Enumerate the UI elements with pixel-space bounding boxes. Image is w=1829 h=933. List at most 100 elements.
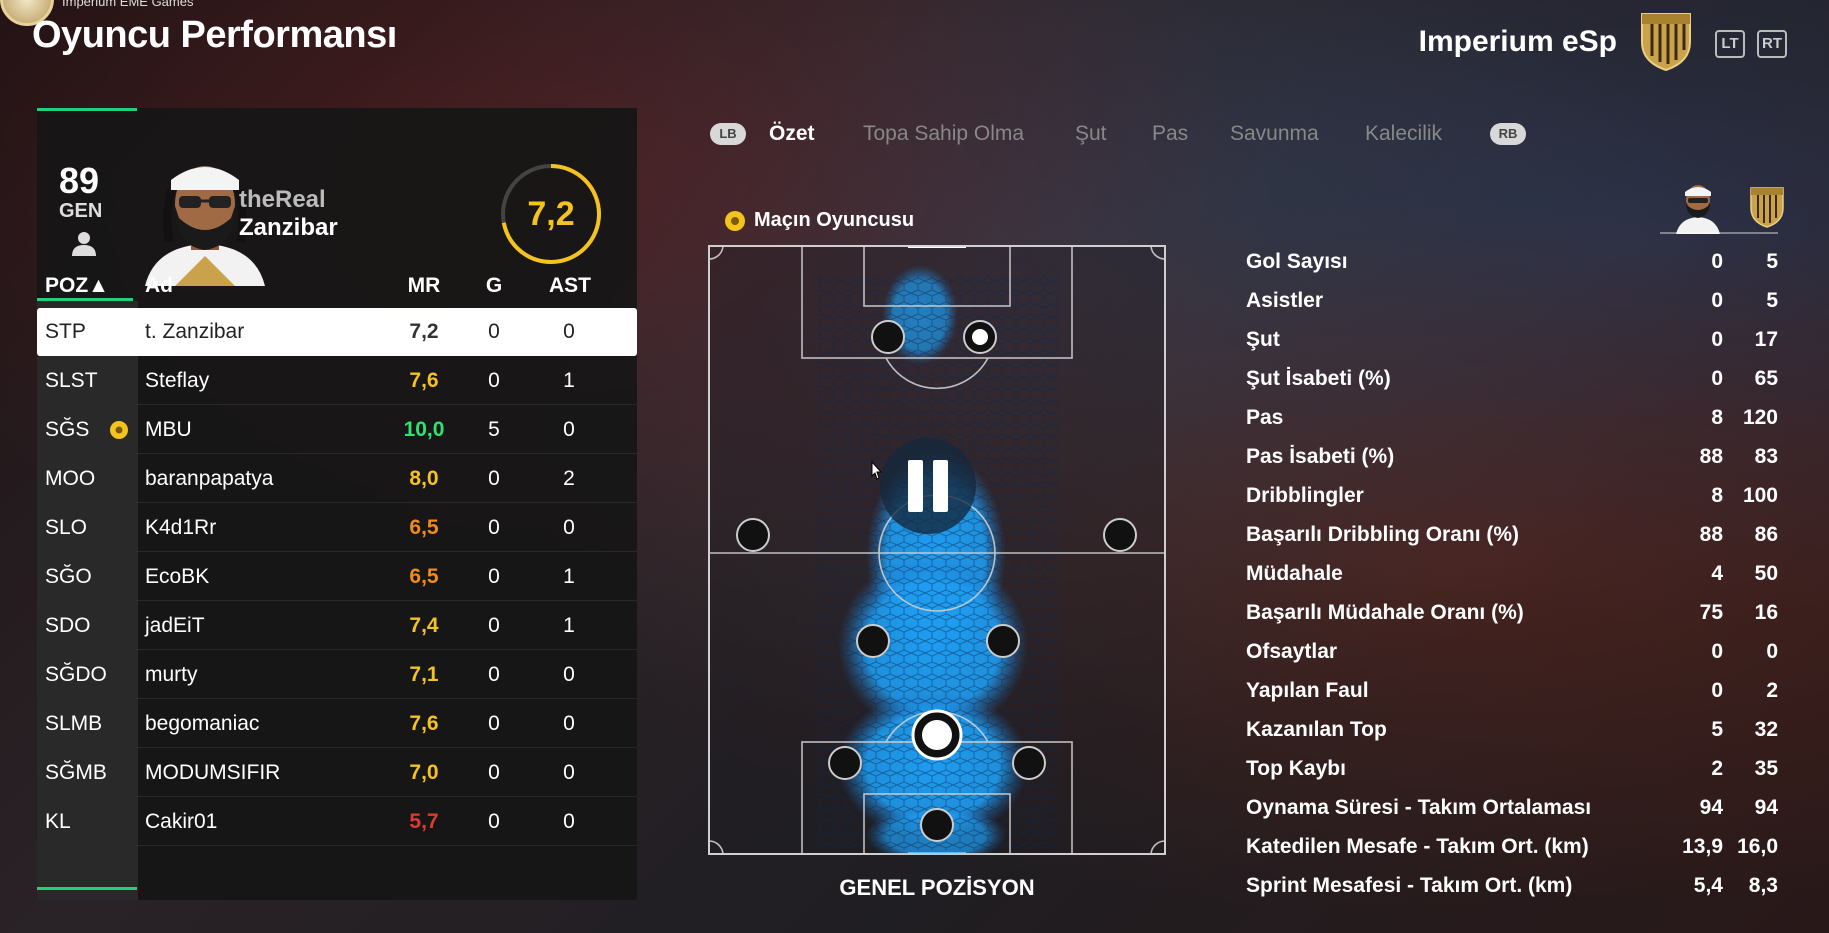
row-match-rating: 6,5 xyxy=(409,516,439,539)
table-row[interactable]: MOO baranpapatya 8,0 0 2 xyxy=(37,455,637,503)
player-mini-avatar xyxy=(1676,185,1720,234)
tab-ozet[interactable]: Özet xyxy=(769,122,815,146)
lb-button[interactable]: LB xyxy=(710,123,746,145)
motm-icon xyxy=(110,421,128,439)
row-position: SDO xyxy=(45,614,91,637)
pause-bar-left xyxy=(908,460,923,512)
row-name: baranpapatya xyxy=(145,467,274,490)
stat-team-value: 16,0 xyxy=(1737,835,1778,858)
tab-savunma[interactable]: Savunma xyxy=(1230,122,1319,146)
table-row[interactable]: SĞMB MODUMSIFIR 7,0 0 0 xyxy=(37,749,637,797)
stat-row: Ofsaytlar 0 0 xyxy=(1240,634,1785,672)
stat-row: Şut 0 17 xyxy=(1240,322,1785,360)
pitch-caption: GENEL POZİSYON xyxy=(839,875,1035,900)
stat-player-value: 5 xyxy=(1711,718,1723,741)
stat-player-value: 75 xyxy=(1699,601,1723,624)
row-match-rating: 6,5 xyxy=(409,565,439,588)
row-match-rating: 7,6 xyxy=(409,712,439,735)
stat-player-value: 0 xyxy=(1711,328,1723,351)
stat-row: Müdahale 4 50 xyxy=(1240,556,1785,594)
table-row[interactable]: SLO K4d1Rr 6,5 0 0 xyxy=(37,504,637,552)
tab-kalecilik[interactable]: Kalecilik xyxy=(1365,122,1442,146)
table-row[interactable]: SDO jadEiT 7,4 0 1 xyxy=(37,602,637,650)
tab-pas[interactable]: Pas xyxy=(1152,122,1188,146)
team-crest-icon xyxy=(1641,13,1691,72)
stat-player-value: 4 xyxy=(1711,562,1723,585)
stat-team-value: 5 xyxy=(1766,289,1778,312)
row-divider xyxy=(137,698,637,699)
row-match-rating: 7,1 xyxy=(409,663,439,686)
row-goals: 0 xyxy=(488,516,500,539)
header-poz[interactable]: POZ▲ xyxy=(45,274,109,298)
row-assists: 0 xyxy=(563,320,575,343)
table-row[interactable]: KL Cakir01 5,7 0 0 xyxy=(37,798,637,846)
row-name: K4d1Rr xyxy=(145,516,217,539)
motm-label: Maçın Oyuncusu xyxy=(754,209,915,231)
rt-button[interactable]: RT xyxy=(1757,30,1787,58)
row-goals: 0 xyxy=(488,614,500,637)
overall-label: GEN xyxy=(59,200,103,222)
stat-label: Dribblingler xyxy=(1246,484,1364,507)
stat-row: Başarılı Dribbling Oranı (%) 88 86 xyxy=(1240,517,1785,555)
row-assists: 0 xyxy=(563,761,575,784)
row-position: SĞO xyxy=(45,565,92,588)
tab-sut[interactable]: Şut xyxy=(1075,122,1107,146)
stat-label: Top Kaybı xyxy=(1246,757,1346,780)
stat-label: Asistler xyxy=(1246,289,1324,312)
row-position: SLMB xyxy=(45,712,103,735)
table-row[interactable]: SĞS MBU 10,0 5 0 xyxy=(37,406,637,454)
stat-label: Yapılan Faul xyxy=(1246,679,1369,702)
stat-label: Sprint Mesafesi - Takım Ort. (km) xyxy=(1246,874,1573,897)
row-divider xyxy=(137,404,637,405)
pause-button[interactable] xyxy=(880,438,976,534)
row-goals: 0 xyxy=(488,369,500,392)
table-row[interactable]: SLST Steflay 7,6 0 1 xyxy=(37,357,637,405)
row-assists: 1 xyxy=(563,369,575,392)
table-row[interactable]: SĞDO murty 7,1 0 0 xyxy=(37,651,637,699)
stat-row: Sprint Mesafesi - Takım Ort. (km) 5,4 8,3 xyxy=(1240,868,1785,906)
header-mr[interactable]: MR xyxy=(389,274,459,298)
team-name: Imperium eSp xyxy=(1418,25,1617,58)
header-ast[interactable]: AST xyxy=(549,274,591,298)
match-rating-value: 7,2 xyxy=(527,195,575,233)
stat-player-value: 0 xyxy=(1711,367,1723,390)
stat-team-value: 2 xyxy=(1766,679,1778,702)
row-position: SĞMB xyxy=(45,761,107,784)
pause-bar-right xyxy=(933,460,948,512)
stat-label: Ofsaytlar xyxy=(1246,640,1338,663)
stat-player-value: 0 xyxy=(1711,679,1723,702)
tab-topa-sahip-olma[interactable]: Topa Sahip Olma xyxy=(863,122,1024,146)
panel-accent xyxy=(37,108,137,111)
lt-button[interactable]: LT xyxy=(1715,30,1745,58)
row-assists: 0 xyxy=(563,516,575,539)
stat-player-value: 88 xyxy=(1699,445,1723,468)
table-row[interactable]: SLMB begomaniac 7,6 0 0 xyxy=(37,700,637,748)
stat-team-value: 0 xyxy=(1766,640,1778,663)
row-position: SLO xyxy=(45,516,88,539)
stat-row: Şut İsabeti (%) 0 65 xyxy=(1240,361,1785,399)
table-row[interactable]: STP t. Zanzibar 7,2 0 0 xyxy=(37,308,637,356)
table-row[interactable]: SĞO EcoBK 6,5 0 1 xyxy=(37,553,637,601)
header-ad[interactable]: Ad xyxy=(145,274,173,298)
row-goals: 0 xyxy=(488,761,500,784)
row-divider xyxy=(137,453,637,454)
stat-label: Pas xyxy=(1246,406,1284,429)
row-name: t. Zanzibar xyxy=(145,320,245,343)
stats-panel: Gol Sayısı 0 5 Asistler 0 5 Şut 0 17 Şut İsabeti … xyxy=(1240,170,1785,897)
heatmap-pitch xyxy=(708,245,1166,855)
club-subtitle: Imperium EME Games xyxy=(62,0,194,9)
row-goals: 0 xyxy=(488,320,500,343)
row-name: MODUMSIFIR xyxy=(145,761,281,784)
rb-button[interactable]: RB xyxy=(1490,123,1526,145)
stat-label: Gol Sayısı xyxy=(1246,250,1348,273)
stat-label: Katedilen Mesafe - Takım Ort. (km) xyxy=(1246,835,1589,858)
row-name: begomaniac xyxy=(145,712,260,735)
motm-icon xyxy=(725,211,745,231)
row-assists: 1 xyxy=(563,614,575,637)
stat-team-value: 50 xyxy=(1754,562,1778,585)
sort-indicator xyxy=(37,298,133,301)
stat-team-value: 65 xyxy=(1754,367,1778,390)
header-g[interactable]: G xyxy=(474,274,514,298)
row-divider xyxy=(137,600,637,601)
stat-player-value: 5,4 xyxy=(1693,874,1723,897)
